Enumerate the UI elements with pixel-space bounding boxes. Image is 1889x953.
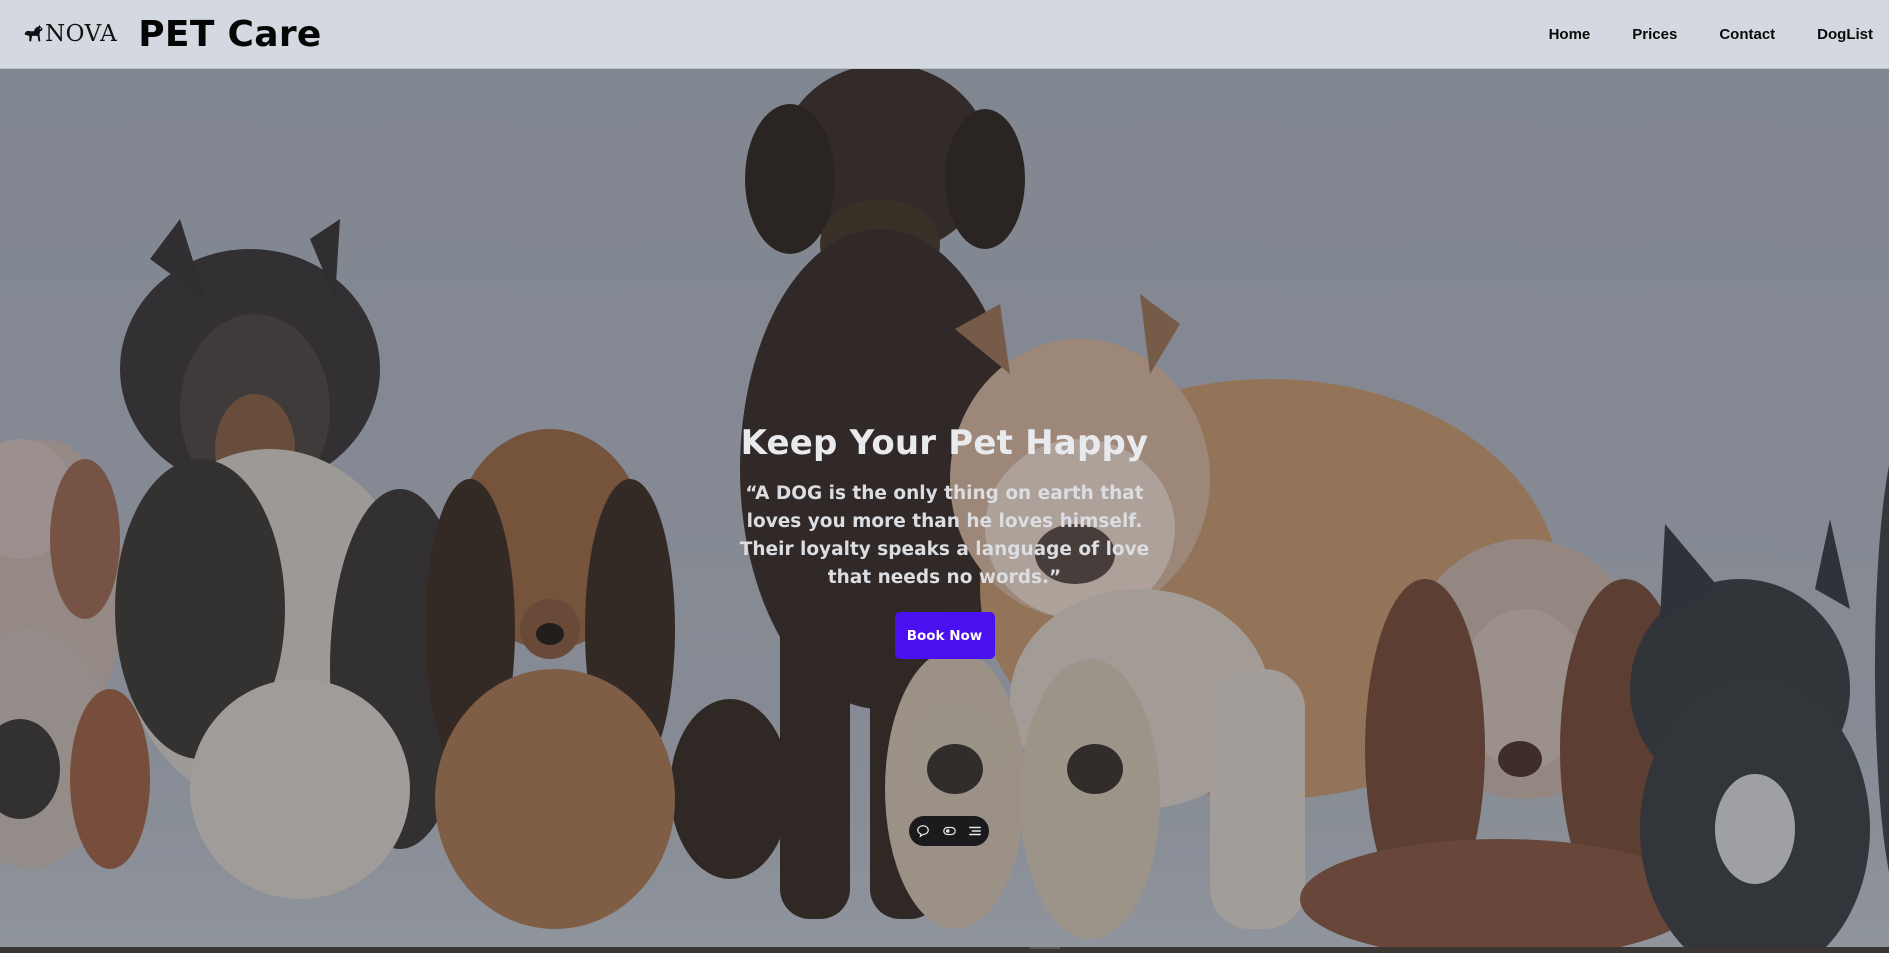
- book-now-button[interactable]: Book Now: [894, 612, 995, 659]
- dog-logo-icon: [24, 24, 43, 42]
- nav-link-prices[interactable]: Prices: [1632, 26, 1677, 43]
- nav-link-doglist[interactable]: DogList: [1817, 26, 1873, 43]
- logo-text: NOVA: [45, 21, 118, 47]
- floating-toolbar: [909, 816, 989, 846]
- nav-link-home[interactable]: Home: [1549, 26, 1591, 43]
- top-navbar: NOVA PET Care Home Prices Contact DogLis…: [0, 0, 1889, 69]
- hero-title: Keep Your Pet Happy: [740, 423, 1149, 463]
- nav-link-contact[interactable]: Contact: [1719, 26, 1775, 43]
- hero-quote: “A DOG is the only thing on earth that l…: [739, 483, 1150, 588]
- eye-toggle-icon[interactable]: [941, 823, 957, 839]
- nova-logo[interactable]: NOVA: [22, 19, 117, 49]
- bottom-edge: [0, 947, 1889, 953]
- site-title: PET Care: [138, 13, 322, 55]
- main-nav: Home Prices Contact DogList: [1507, 26, 1873, 43]
- menu-lines-icon[interactable]: [967, 823, 983, 839]
- chat-bubble-icon[interactable]: [915, 823, 931, 839]
- brand[interactable]: NOVA PET Care: [22, 14, 322, 55]
